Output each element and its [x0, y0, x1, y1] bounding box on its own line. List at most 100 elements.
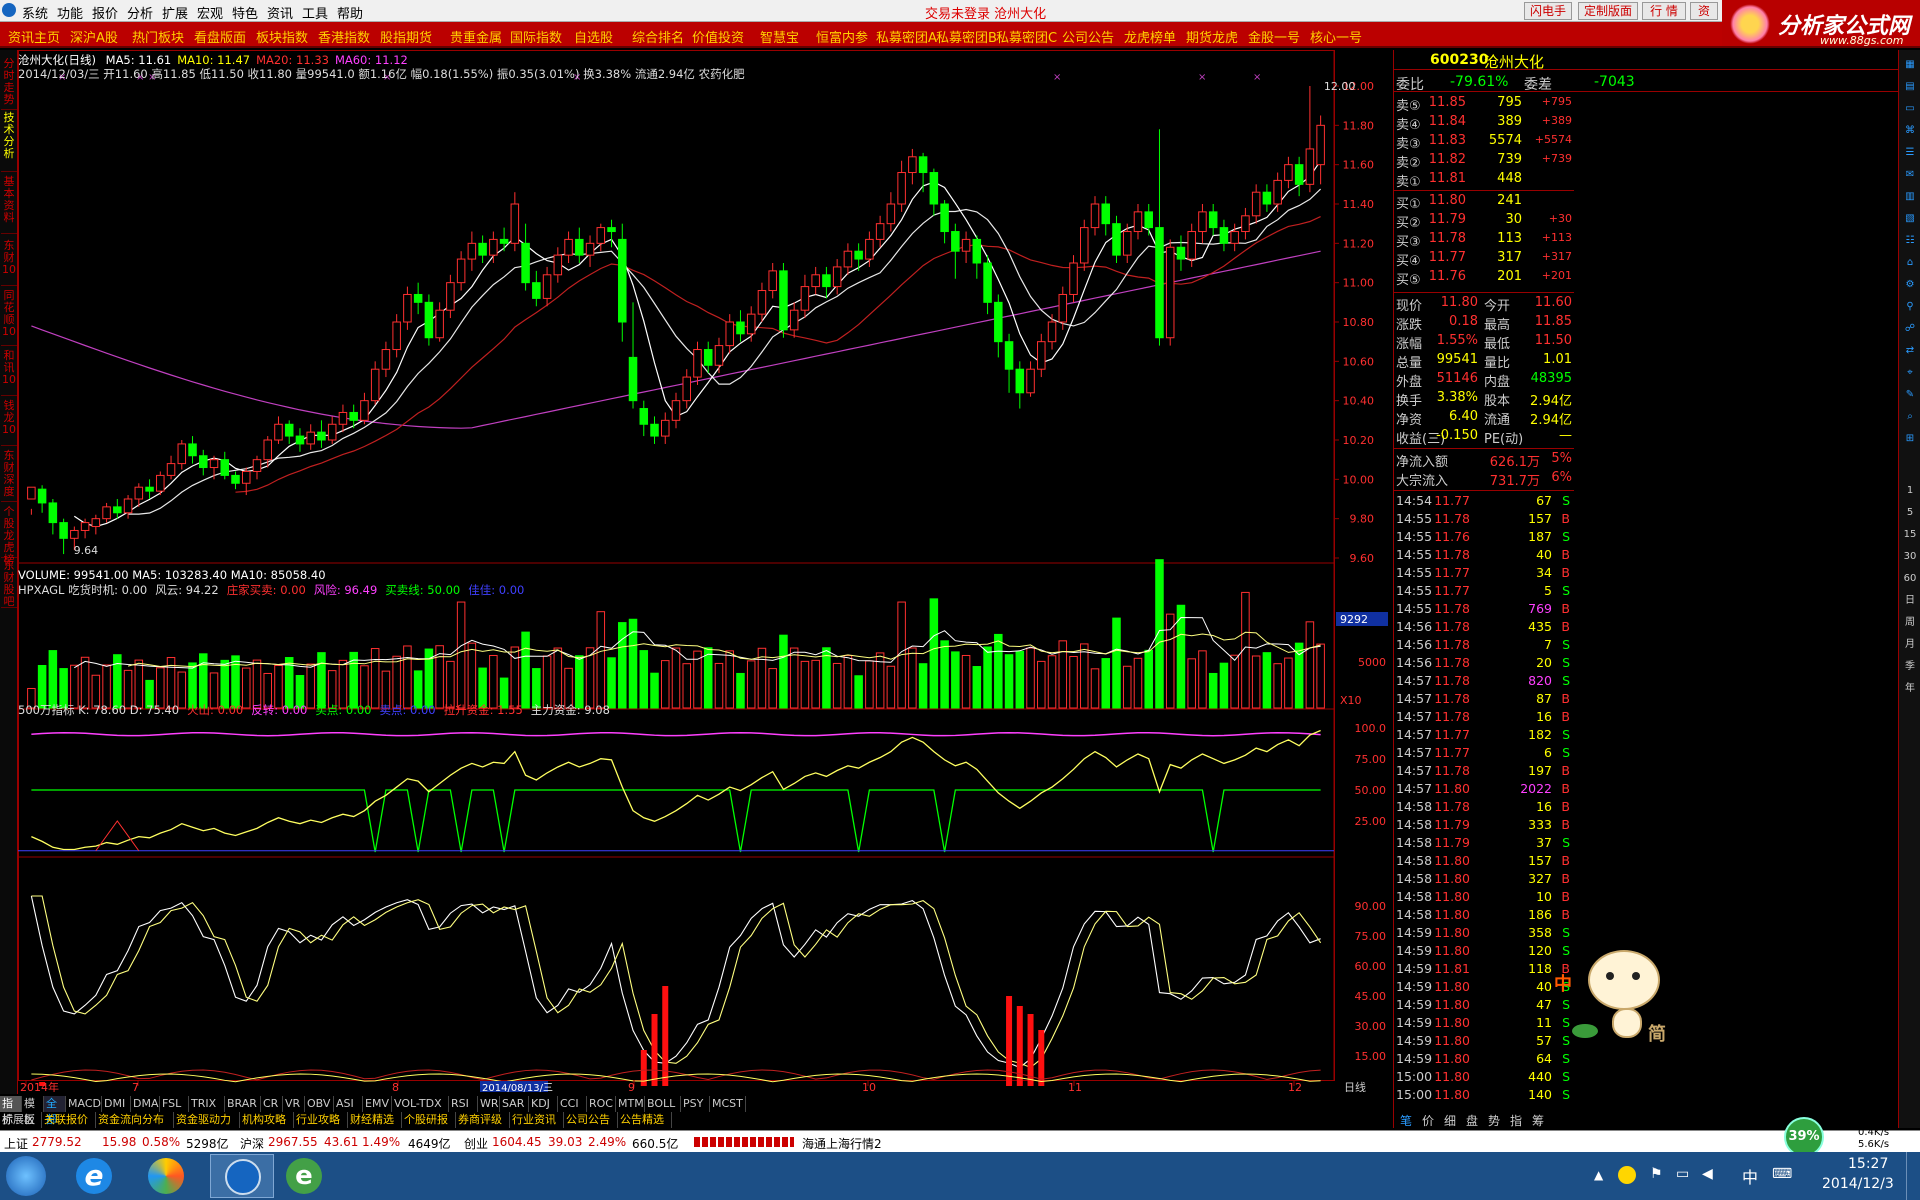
candle-body[interactable] — [553, 254, 563, 276]
candle-body[interactable] — [918, 156, 928, 174]
left-tab-4[interactable]: 同花顺10 — [1, 290, 17, 346]
period-button-2[interactable]: 15 — [1901, 526, 1919, 544]
volume-bar[interactable] — [1187, 658, 1196, 709]
menu-tools[interactable]: 工具 — [302, 3, 328, 22]
candle-body[interactable] — [650, 423, 659, 437]
candle-body[interactable] — [789, 309, 799, 331]
candle-body[interactable] — [1294, 164, 1304, 185]
candle-body[interactable] — [381, 349, 391, 370]
candle-body[interactable] — [1080, 227, 1089, 264]
volume-bar[interactable] — [1284, 657, 1293, 709]
indicator-tab-1[interactable]: 模板 — [22, 1096, 44, 1126]
candle-body[interactable] — [1198, 211, 1207, 233]
toolbar-icon[interactable]: ☷ — [1901, 232, 1919, 250]
volume-bar[interactable] — [607, 657, 616, 709]
candle-body[interactable] — [1047, 321, 1057, 343]
candle-body[interactable] — [682, 376, 692, 402]
candle-body[interactable] — [510, 203, 520, 244]
candle-body[interactable] — [1219, 227, 1229, 244]
volume-bar[interactable] — [800, 660, 810, 709]
candle-body[interactable] — [875, 223, 885, 240]
extension-tab-3[interactable]: 资金驱动力 — [174, 1112, 240, 1128]
volume-bar[interactable] — [671, 647, 681, 709]
candle-body[interactable] — [27, 486, 36, 500]
menu-help[interactable]: 帮助 — [337, 3, 363, 22]
period-button-6[interactable]: 周 — [1901, 614, 1919, 632]
indicator-tab-7[interactable]: TRIX — [189, 1096, 225, 1112]
candle-body[interactable] — [478, 242, 487, 256]
volume-bar[interactable] — [929, 598, 939, 709]
candle-body[interactable] — [1176, 246, 1186, 260]
extension-tab-8[interactable]: 券商评级 — [456, 1112, 510, 1128]
candle-body[interactable] — [994, 301, 1003, 343]
indicator-tab-11[interactable]: OBV — [305, 1096, 334, 1112]
volume-bar[interactable] — [714, 662, 724, 709]
candle-body[interactable] — [263, 439, 272, 461]
candle-body[interactable] — [102, 506, 111, 520]
right-bottom-tab-4[interactable]: 势 — [1488, 1112, 1500, 1129]
candle-body[interactable] — [338, 411, 348, 425]
extension-tab-7[interactable]: 个股研报 — [402, 1112, 456, 1128]
right-bottom-tab-2[interactable]: 细 — [1444, 1112, 1456, 1129]
indicator-tab-18[interactable]: KDJ — [529, 1096, 558, 1112]
clock-date[interactable]: 2014/12/3 — [1822, 1176, 1894, 1192]
volume-bar[interactable] — [1058, 640, 1068, 709]
volume-bar[interactable] — [1305, 621, 1315, 709]
toolbar-icon[interactable]: ▤ — [1901, 78, 1919, 96]
toolbar-icon[interactable]: ⌖ — [1901, 364, 1919, 382]
candle-body[interactable] — [1230, 231, 1239, 244]
volume-bar[interactable] — [1090, 668, 1100, 709]
menu-macro[interactable]: 宏观 — [197, 3, 223, 22]
candle-body[interactable] — [768, 270, 777, 292]
ie-icon[interactable]: e — [76, 1158, 112, 1194]
tray-expand-icon[interactable]: ▲ — [1594, 1168, 1603, 1182]
volume-bar[interactable] — [736, 672, 745, 709]
indicator-tab-23[interactable]: PSY — [681, 1096, 710, 1112]
custom-layout-button[interactable]: 定制版面 — [1578, 2, 1638, 20]
volume-bar[interactable] — [832, 662, 842, 709]
toolbar-icon[interactable]: ⌘ — [1901, 122, 1919, 140]
volume-bar[interactable] — [1316, 643, 1325, 709]
volume-bar[interactable] — [252, 659, 262, 709]
candle-body[interactable] — [757, 290, 767, 315]
nav-item-12[interactable]: 智慧宝 — [760, 27, 799, 46]
indicator-tab-24[interactable]: MCST — [710, 1096, 746, 1112]
volume-bar[interactable] — [1198, 650, 1207, 709]
candle-body[interactable] — [177, 443, 187, 465]
event-marker[interactable]: × — [1198, 72, 1206, 83]
candle-body[interactable] — [231, 474, 240, 484]
volume-bar[interactable] — [553, 647, 563, 709]
ime-indicator[interactable]: 中 — [1742, 1164, 1758, 1188]
flag-icon[interactable]: ⚑ — [1650, 1166, 1663, 1182]
nav-item-15[interactable]: 私募密团B — [936, 27, 997, 46]
volume-bar[interactable] — [972, 666, 982, 709]
volume-bar[interactable] — [317, 652, 326, 709]
paint-icon[interactable] — [148, 1158, 184, 1194]
candle-body[interactable] — [639, 408, 649, 425]
volume-bar[interactable] — [1004, 654, 1014, 709]
period-button-9[interactable]: 年 — [1901, 680, 1919, 698]
volume-bar[interactable] — [370, 648, 380, 709]
right-bottom-tab-0[interactable]: 笔 — [1400, 1112, 1412, 1129]
extension-tab-5[interactable]: 行业攻略 — [294, 1112, 348, 1128]
candle-body[interactable] — [1058, 293, 1068, 323]
volume-bar[interactable] — [1026, 647, 1035, 709]
candle-body[interactable] — [800, 286, 810, 311]
candle-body[interactable] — [456, 258, 466, 284]
candle-body[interactable] — [91, 518, 101, 528]
candle-body[interactable] — [1241, 215, 1250, 233]
lift-fund-bar[interactable] — [1038, 1030, 1045, 1086]
nav-item-8[interactable]: 国际指数 — [510, 27, 562, 46]
volume-bar[interactable] — [961, 654, 971, 709]
candle-body[interactable] — [1284, 164, 1293, 181]
extension-tab-9[interactable]: 行业资讯 — [510, 1112, 564, 1128]
volume-bar[interactable] — [994, 633, 1003, 709]
toolbar-icon[interactable]: ☰ — [1901, 144, 1919, 162]
right-bottom-tab-5[interactable]: 指 — [1510, 1112, 1522, 1129]
volume-bar[interactable] — [48, 650, 58, 709]
extension-tab-11[interactable]: 公告精选 — [618, 1112, 672, 1128]
candle-body[interactable] — [199, 455, 208, 469]
menu-system[interactable]: 系统 — [22, 3, 48, 22]
toolbar-icon[interactable]: ⚙ — [1901, 276, 1919, 294]
candle-body[interactable] — [822, 274, 831, 288]
